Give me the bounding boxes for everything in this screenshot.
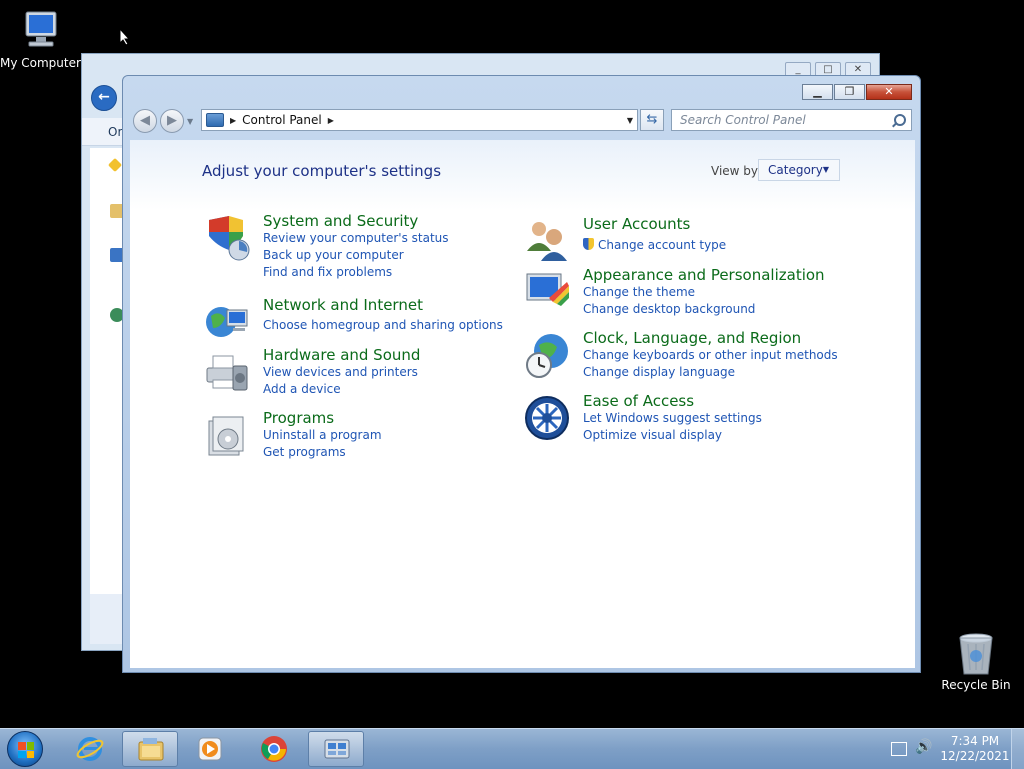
recycle-bin-icon (959, 633, 993, 675)
link-label: Change account type (598, 238, 727, 252)
link-display-language[interactable]: Change display language (583, 364, 838, 381)
view-by-dropdown[interactable]: Category ▼ (758, 159, 840, 181)
taskbar-chrome[interactable] (246, 731, 302, 767)
start-button[interactable] (7, 731, 43, 767)
category-title[interactable]: Ease of Access (583, 392, 694, 410)
back-button[interactable]: ◀ (133, 109, 157, 133)
category-title[interactable]: User Accounts (583, 215, 690, 233)
clock[interactable]: 7:34 PM 12/22/2021 (939, 734, 1011, 764)
system-tray: 🔊 7:34 PM 12/22/2021 (885, 729, 1024, 769)
navigation-pane (90, 148, 124, 594)
category-title[interactable]: Programs (263, 409, 334, 427)
show-desktop-button[interactable] (1011, 729, 1024, 769)
link-back-up[interactable]: Back up your computer (263, 247, 449, 264)
folder-icon (138, 738, 164, 761)
view-by-value: Category (768, 163, 823, 177)
taskbar-windows-explorer[interactable] (122, 731, 178, 767)
appearance-monitor-icon[interactable] (523, 268, 571, 316)
favorites-star-icon[interactable] (107, 157, 123, 173)
breadcrumb-control-panel[interactable]: Control Panel (242, 113, 322, 127)
close-button[interactable]: ✕ (866, 84, 912, 100)
programs-box-icon[interactable] (203, 411, 251, 459)
computer-icon (25, 11, 57, 47)
link-change-theme[interactable]: Change the theme (583, 284, 755, 301)
control-panel-window[interactable]: ▁ ❐ ✕ ◀ ▶ ▼ ▶ Control Panel ▶ ▼ ⇆ Search… (122, 75, 921, 673)
forward-button[interactable]: ▶ (160, 109, 184, 133)
security-shield-icon[interactable] (203, 214, 251, 262)
users-icon[interactable] (523, 217, 571, 265)
link-desktop-background[interactable]: Change desktop background (583, 301, 755, 318)
link-change-keyboards[interactable]: Change keyboards or other input methods (583, 347, 838, 364)
printer-icon[interactable] (203, 348, 251, 396)
organize-menu[interactable]: Or (82, 118, 124, 146)
maximize-button[interactable]: ❐ (834, 84, 865, 100)
control-panel-content: Adjust your computer's settings View by:… (130, 140, 915, 668)
minimize-button[interactable]: ▁ (802, 84, 833, 100)
breadcrumb-chevron-icon[interactable]: ▶ (230, 116, 236, 125)
control-panel-icon (206, 113, 224, 127)
clock-globe-icon[interactable] (523, 331, 571, 379)
search-placeholder: Search Control Panel (680, 113, 806, 127)
network-icon[interactable] (891, 742, 907, 756)
window-controls: ▁ ❐ ✕ (802, 84, 912, 100)
address-dropdown-icon[interactable]: ▼ (627, 116, 633, 125)
view-by-label: View by: (711, 164, 762, 178)
chrome-icon (261, 736, 287, 762)
volume-icon[interactable]: 🔊 (915, 739, 932, 755)
address-bar[interactable]: ▶ Control Panel ▶ ▼ (201, 109, 638, 131)
taskbar-control-panel[interactable] (308, 731, 364, 767)
breadcrumb-chevron-icon[interactable]: ▶ (328, 116, 334, 125)
uac-shield-icon (583, 238, 594, 250)
clock-date: 12/22/2021 (940, 749, 1010, 763)
windows-logo-icon (18, 742, 34, 758)
ease-of-access-icon[interactable] (523, 394, 571, 442)
link-view-devices[interactable]: View devices and printers (263, 364, 418, 381)
link-optimize-display[interactable]: Optimize visual display (583, 427, 762, 444)
category-title[interactable]: Hardware and Sound (263, 346, 420, 364)
link-get-programs[interactable]: Get programs (263, 444, 382, 461)
desktop-icon-recycle-bin[interactable]: Recycle Bin (940, 630, 1012, 692)
desktop-icon-label: Recycle Bin (941, 678, 1011, 692)
control-panel-icon (324, 739, 350, 759)
link-uninstall[interactable]: Uninstall a program (263, 427, 382, 444)
category-title[interactable]: Network and Internet (263, 296, 423, 314)
link-homegroup[interactable]: Choose homegroup and sharing options (263, 317, 503, 334)
network-globe-icon[interactable] (203, 298, 251, 346)
internet-explorer-icon (76, 737, 104, 761)
category-title[interactable]: System and Security (263, 212, 418, 230)
link-review-status[interactable]: Review your computer's status (263, 230, 449, 247)
taskbar-internet-explorer[interactable] (62, 731, 118, 767)
desktop-icon-my-computer[interactable]: My Computer (0, 8, 81, 70)
link-find-fix[interactable]: Find and fix problems (263, 264, 449, 281)
taskbar-media-player[interactable] (182, 731, 238, 767)
link-suggest-settings[interactable]: Let Windows suggest settings (583, 410, 762, 427)
taskbar: 🔊 7:34 PM 12/22/2021 (0, 728, 1024, 769)
category-title[interactable]: Clock, Language, and Region (583, 329, 801, 347)
search-input[interactable]: Search Control Panel (671, 109, 912, 131)
clock-time: 7:34 PM (950, 734, 1000, 748)
desktop-icon-label: My Computer (0, 56, 81, 70)
search-icon[interactable] (894, 114, 906, 126)
page-title: Adjust your computer's settings (202, 162, 442, 180)
refresh-button[interactable]: ⇆ (640, 109, 664, 131)
recent-pages-dropdown-icon[interactable]: ▼ (187, 117, 193, 126)
organize-label: Or (108, 125, 123, 139)
chevron-down-icon: ▼ (822, 165, 829, 174)
link-change-account-type[interactable]: Change account type (583, 237, 726, 254)
link-add-device[interactable]: Add a device (263, 381, 418, 398)
mouse-cursor-icon (119, 28, 131, 46)
details-pane (90, 594, 124, 644)
category-title[interactable]: Appearance and Personalization (583, 266, 825, 284)
back-arrow-icon[interactable]: ← (91, 85, 117, 111)
media-player-icon (198, 737, 222, 761)
